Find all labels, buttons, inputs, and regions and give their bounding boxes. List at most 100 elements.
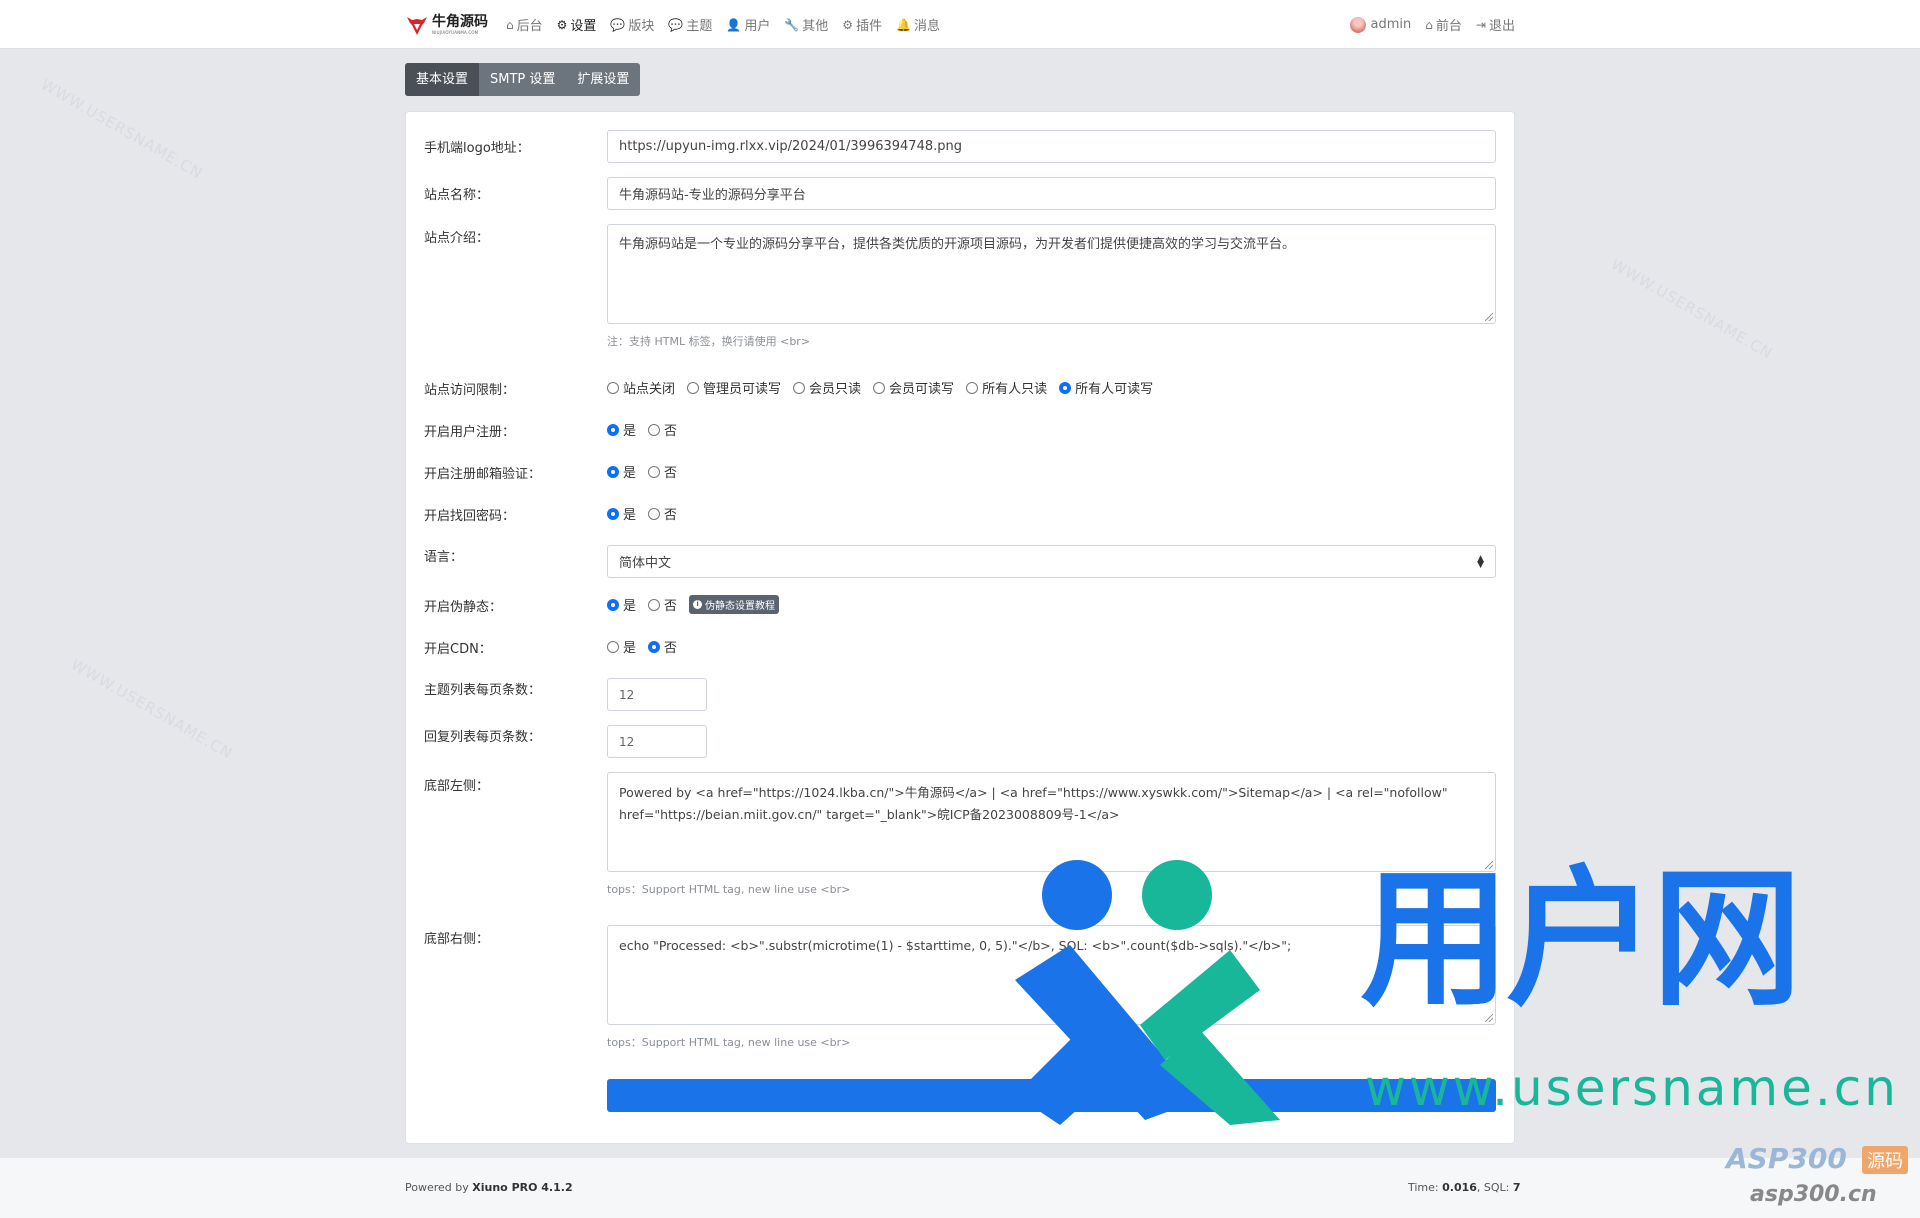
settings-form: 手机端logo地址： https://upyun-img.rlxx.vip/20… xyxy=(405,111,1515,1144)
rewrite-radio-group: 是 否 i 伪静态设置教程 xyxy=(607,595,780,614)
radio-dot xyxy=(648,507,661,520)
tab-smtp[interactable]: SMTP 设置 xyxy=(479,63,566,96)
radio-dot xyxy=(607,640,619,653)
select-value: 简体中文 xyxy=(619,556,672,571)
field-label: 底部左侧： xyxy=(424,779,490,794)
email-verify-radio-group: 是 否 xyxy=(607,462,689,481)
nav-item-plugins[interactable]: ⚙ 插件 xyxy=(842,15,883,35)
powered-by: Powered by Xiuno PRO 4.1.2 xyxy=(405,1181,573,1194)
resize-grip-icon[interactable] xyxy=(1485,1014,1493,1022)
cdn-no[interactable]: 否 xyxy=(648,637,677,656)
wrench-icon: 🔧 xyxy=(784,17,800,32)
radio-dot xyxy=(648,598,661,611)
logout-link[interactable]: ⇥ 退出 xyxy=(1475,15,1515,35)
resize-grip-icon[interactable] xyxy=(1485,861,1493,869)
nav-label: 其他 xyxy=(802,19,829,34)
field-label: 语言： xyxy=(424,550,464,565)
nav-item-forums[interactable]: 💬 版块 xyxy=(610,15,654,35)
textarea-value: Powered by <a href="https://1024.lkba.cn… xyxy=(619,785,1448,822)
radio-dot xyxy=(607,465,619,478)
option-label: 所有人可读写 xyxy=(1075,382,1154,397)
field-label: 开启找回密码： xyxy=(424,509,516,524)
radio-dot xyxy=(687,381,700,394)
find-password-no[interactable]: 否 xyxy=(648,504,677,523)
rewrite-no[interactable]: 否 xyxy=(648,595,677,614)
thread-pagesize-input[interactable]: 12 xyxy=(607,678,707,711)
option-label: 否 xyxy=(664,508,678,523)
radio-dot xyxy=(648,423,661,436)
footer-left-textarea[interactable]: Powered by <a href="https://1024.lkba.cn… xyxy=(607,772,1496,872)
radio-dot xyxy=(648,465,661,478)
bell-icon: 🔔 xyxy=(896,17,912,32)
site-logo[interactable]: 牛角源码 NIUJIAOYUANMA.COM xyxy=(405,13,488,37)
option-label: 站点关闭 xyxy=(623,382,676,397)
site-name-input[interactable]: 牛角源码站-专业的源码分享平台 xyxy=(607,177,1496,210)
access-option-member-r[interactable]: 会员只读 xyxy=(793,378,861,397)
option-label: 否 xyxy=(664,424,678,439)
nav-label: 用户 xyxy=(744,19,771,34)
faint-watermark-text: WWW.USERSNAME.CN xyxy=(67,655,237,763)
radio-dot xyxy=(1059,381,1072,394)
user-register-yes[interactable]: 是 xyxy=(607,420,636,439)
time-value: 0.016 xyxy=(1442,1181,1477,1194)
tab-extended[interactable]: 扩展设置 xyxy=(566,63,640,96)
post-pagesize-input[interactable]: 12 xyxy=(607,725,707,758)
field-label: 站点访问限制： xyxy=(424,383,516,398)
sign-out-icon: ⇥ xyxy=(1475,17,1486,32)
tab-basic[interactable]: 基本设置 xyxy=(405,63,480,96)
resize-grip-icon[interactable] xyxy=(1485,313,1493,321)
nav-item-settings[interactable]: ⚙ 设置 xyxy=(557,15,597,35)
nav-item-threads[interactable]: 💬 主题 xyxy=(668,15,712,35)
frontend-link[interactable]: ⌂ 前台 xyxy=(1425,15,1462,35)
option-label: 是 xyxy=(623,599,637,614)
footer-right-textarea[interactable]: echo "Processed: <b>".substr(microtime(1… xyxy=(607,925,1496,1025)
access-option-all-rw[interactable]: 所有人可读写 xyxy=(1059,378,1153,397)
field-hint: tops：Support HTML tag, new line use <br> xyxy=(607,883,851,896)
field-label: 开启注册邮箱验证： xyxy=(424,467,542,482)
rewrite-yes[interactable]: 是 xyxy=(607,595,636,614)
site-intro-textarea[interactable]: 牛角源码站是一个专业的源码分享平台，提供各类优质的开源项目源码，为开发者们提供便… xyxy=(607,224,1496,324)
select-arrows-icon: ▲ ▼ xyxy=(1477,553,1484,570)
option-label: 管理员可读写 xyxy=(703,382,782,397)
field-label: 回复列表每页条数： xyxy=(424,730,542,745)
field-label: 站点介绍： xyxy=(424,231,490,246)
field-hint: tops：Support HTML tag, new line use <br> xyxy=(607,1036,851,1049)
option-label: 会员只读 xyxy=(809,382,862,397)
mobile-logo-input[interactable]: https://upyun-img.rlxx.vip/2024/01/39963… xyxy=(607,130,1496,163)
faint-watermark-text: WWW.USERSNAME.CN xyxy=(37,75,207,183)
access-option-member-rw[interactable]: 会员可读写 xyxy=(873,378,954,397)
nav-item-other[interactable]: 🔧 其他 xyxy=(784,15,829,35)
rewrite-tutorial-link[interactable]: i 伪静态设置教程 xyxy=(689,595,780,614)
user-register-no[interactable]: 否 xyxy=(648,420,677,439)
nav-item-admin[interactable]: ⌂ 后台 xyxy=(506,15,543,35)
option-label: 所有人只读 xyxy=(982,382,1048,397)
option-label: 否 xyxy=(664,641,678,656)
badge-label: 伪静态设置教程 xyxy=(705,601,776,612)
radio-dot xyxy=(607,598,619,611)
cdn-yes[interactable]: 是 xyxy=(607,637,636,656)
language-select[interactable]: 简体中文 ▲ ▼ xyxy=(607,545,1496,578)
access-option-closed[interactable]: 站点关闭 xyxy=(607,378,675,397)
email-verify-no[interactable]: 否 xyxy=(648,462,677,481)
nav-label: 插件 xyxy=(856,19,883,34)
nav-item-messages[interactable]: 🔔 消息 xyxy=(896,15,940,35)
access-option-all-r[interactable]: 所有人只读 xyxy=(966,378,1047,397)
option-label: 否 xyxy=(664,466,678,481)
radio-dot xyxy=(873,381,886,394)
radio-dot xyxy=(966,381,979,394)
radio-dot xyxy=(607,423,619,436)
nav-label: 设置 xyxy=(570,19,597,34)
user-menu[interactable]: admin xyxy=(1349,16,1411,33)
access-option-admin-rw[interactable]: 管理员可读写 xyxy=(687,378,781,397)
info-icon: i xyxy=(693,600,703,609)
powered-prefix: Powered by xyxy=(405,1181,473,1194)
option-label: 是 xyxy=(623,508,637,523)
email-verify-yes[interactable]: 是 xyxy=(607,462,636,481)
faint-watermark-text: WWW.USERSNAME.CN xyxy=(1607,255,1777,363)
submit-button[interactable]: 确定 xyxy=(607,1079,1496,1112)
find-password-yes[interactable]: 是 xyxy=(607,504,636,523)
home-icon: ⌂ xyxy=(506,17,514,32)
nav-item-users[interactable]: 👤 用户 xyxy=(726,15,771,35)
field-label: 站点名称： xyxy=(424,188,490,203)
top-navbar: 牛角源码 NIUJIAOYUANMA.COM ⌂ 后台 ⚙ 设置 💬 版块 💬 主题 👤… xyxy=(0,0,1920,49)
